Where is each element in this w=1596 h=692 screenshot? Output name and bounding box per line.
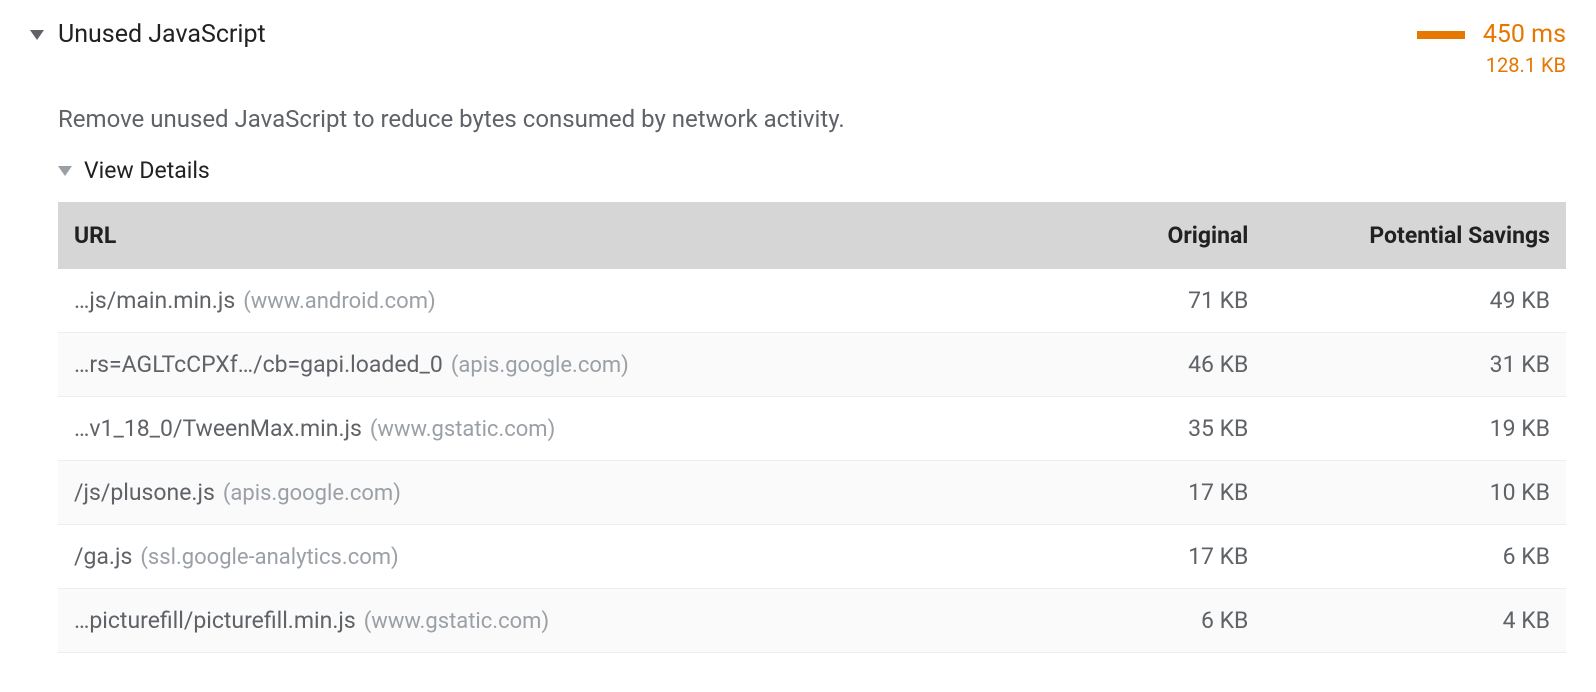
audit-header-left[interactable]: Unused JavaScript bbox=[30, 20, 266, 49]
view-details-toggle[interactable]: View Details bbox=[58, 157, 1566, 184]
url-domain: (apis.google.com) bbox=[223, 481, 401, 506]
url-path: /js/plusone.js bbox=[74, 479, 215, 506]
cell-url: …picturefill/picturefill.min.js (www.gsta… bbox=[58, 589, 993, 653]
column-header-savings[interactable]: Potential Savings bbox=[1264, 202, 1566, 269]
url-domain: (www.android.com) bbox=[243, 289, 435, 314]
cell-original: 6 KB bbox=[993, 589, 1264, 653]
cell-original: 46 KB bbox=[993, 333, 1264, 397]
cell-url: /ga.js (ssl.google-analytics.com) bbox=[58, 525, 993, 589]
audit-header: Unused JavaScript 450 ms 128.1 KB bbox=[30, 20, 1566, 77]
table-row[interactable]: /js/plusone.js (apis.google.com) 17 KB10 K… bbox=[58, 461, 1566, 525]
audit-details-table: URL Original Potential Savings …js/main.… bbox=[58, 202, 1566, 653]
audit-description: Remove unused JavaScript to reduce bytes… bbox=[58, 105, 1566, 133]
cell-savings: 6 KB bbox=[1264, 525, 1566, 589]
audit-stats-row: 450 ms bbox=[1417, 20, 1566, 49]
table-header-row: URL Original Potential Savings bbox=[58, 202, 1566, 269]
chevron-down-icon bbox=[30, 30, 44, 40]
audit-size-value: 128.1 KB bbox=[1486, 53, 1566, 77]
table-row[interactable]: …v1_18_0/TweenMax.min.js (www.gstatic.com… bbox=[58, 397, 1566, 461]
audit-time-value: 450 ms bbox=[1483, 20, 1566, 49]
cell-savings: 49 KB bbox=[1264, 269, 1566, 333]
chevron-down-icon bbox=[58, 166, 72, 176]
url-domain: (www.gstatic.com) bbox=[370, 417, 555, 442]
cell-url: …rs=AGLTcCPXf…/cb=gapi.loaded_0 (apis.goo… bbox=[58, 333, 993, 397]
cell-url: …v1_18_0/TweenMax.min.js (www.gstatic.com… bbox=[58, 397, 993, 461]
cell-original: 71 KB bbox=[993, 269, 1264, 333]
table-row[interactable]: /ga.js (ssl.google-analytics.com) 17 KB6 K… bbox=[58, 525, 1566, 589]
table-row[interactable]: …rs=AGLTcCPXf…/cb=gapi.loaded_0 (apis.goo… bbox=[58, 333, 1566, 397]
cell-savings: 4 KB bbox=[1264, 589, 1566, 653]
url-path: …rs=AGLTcCPXf…/cb=gapi.loaded_0 bbox=[74, 351, 443, 378]
cell-original: 35 KB bbox=[993, 397, 1264, 461]
url-path: /ga.js bbox=[74, 543, 132, 570]
cell-original: 17 KB bbox=[993, 525, 1264, 589]
column-header-original[interactable]: Original bbox=[993, 202, 1264, 269]
view-details-label: View Details bbox=[84, 157, 210, 184]
url-domain: (www.gstatic.com) bbox=[364, 609, 549, 634]
url-domain: (apis.google.com) bbox=[451, 353, 629, 378]
column-header-url[interactable]: URL bbox=[58, 202, 993, 269]
table-row[interactable]: …js/main.min.js (www.android.com) 71 KB49 … bbox=[58, 269, 1566, 333]
cell-url: /js/plusone.js (apis.google.com) bbox=[58, 461, 993, 525]
url-path: …picturefill/picturefill.min.js bbox=[74, 607, 356, 634]
url-path: …js/main.min.js bbox=[74, 287, 235, 314]
audit-header-right: 450 ms 128.1 KB bbox=[1417, 20, 1566, 77]
cell-original: 17 KB bbox=[993, 461, 1264, 525]
cell-savings: 10 KB bbox=[1264, 461, 1566, 525]
url-domain: (ssl.google-analytics.com) bbox=[140, 545, 398, 570]
audit-title: Unused JavaScript bbox=[58, 20, 266, 49]
table-row[interactable]: …picturefill/picturefill.min.js (www.gsta… bbox=[58, 589, 1566, 653]
severity-bar-icon bbox=[1417, 31, 1465, 39]
cell-savings: 19 KB bbox=[1264, 397, 1566, 461]
url-path: …v1_18_0/TweenMax.min.js bbox=[74, 415, 362, 442]
cell-url: …js/main.min.js (www.android.com) bbox=[58, 269, 993, 333]
cell-savings: 31 KB bbox=[1264, 333, 1566, 397]
details-section: View Details URL Original Potential Savi… bbox=[58, 157, 1566, 653]
